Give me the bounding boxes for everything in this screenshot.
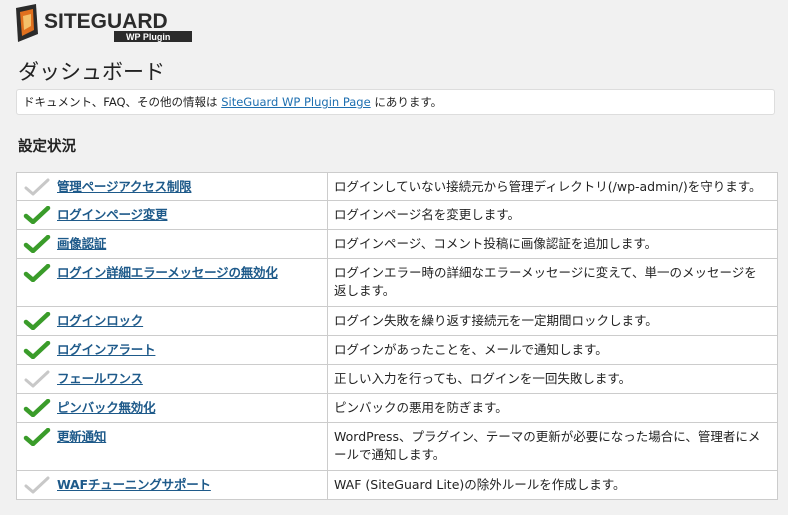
check-off-icon — [24, 370, 50, 388]
feature-description: WAF (SiteGuard Lite)の除外ルールを作成します。 — [327, 470, 778, 500]
check-off-icon — [24, 476, 50, 494]
check-on-icon — [23, 399, 51, 417]
feature-link[interactable]: ログインページ変更 — [57, 206, 168, 224]
status-row: ピンバック無効化 ピンバックの悪用を防ぎます。 — [16, 393, 778, 423]
feature-description: ピンバックの悪用を防ぎます。 — [327, 393, 778, 423]
siteguard-page-link[interactable]: SiteGuard WP Plugin Page — [221, 95, 370, 109]
feature-cell: ログインロック — [16, 306, 328, 336]
feature-link[interactable]: WAFチューニングサポート — [57, 476, 211, 494]
siteguard-logo: SITEGUARD WP Plugin — [14, 4, 214, 44]
feature-description: ログインエラー時の詳細なエラーメッセージに変えて、単一のメッセージを返します。 — [327, 258, 778, 307]
feature-cell: ログイン詳細エラーメッセージの無効化 — [16, 258, 328, 307]
feature-link[interactable]: 管理ページアクセス制限 — [57, 178, 192, 196]
status-row: 管理ページアクセス制限 ログインしていない接続元から管理ディレクトリ(/wp-ad… — [16, 172, 778, 201]
feature-description: WordPress、プラグイン、テーマの更新が必要になった場合に、管理者にメール… — [327, 422, 778, 471]
settings-status-table: 管理ページアクセス制限 ログインしていない接続元から管理ディレクトリ(/wp-ad… — [16, 172, 778, 500]
check-on-icon — [23, 428, 51, 446]
feature-cell: 管理ページアクセス制限 — [16, 172, 328, 201]
feature-link[interactable]: ログインアラート — [57, 341, 156, 359]
feature-link[interactable]: ピンバック無効化 — [57, 399, 156, 417]
section-title: 設定状況 — [18, 139, 76, 155]
feature-link[interactable]: フェールワンス — [57, 370, 143, 388]
status-row: ログインロック ログイン失敗を繰り返す接続元を一定期間ロックします。 — [16, 306, 778, 336]
logo-sub: WP Plugin — [126, 32, 170, 42]
status-row: WAFチューニングサポート WAF (SiteGuard Lite)の除外ルールを… — [16, 470, 778, 500]
status-row: ログインアラート ログインがあったことを、メールで通知します。 — [16, 335, 778, 365]
feature-cell: ログインアラート — [16, 335, 328, 365]
notice-prefix: ドキュメント、FAQ、その他の情報は — [23, 95, 222, 109]
status-row: フェールワンス 正しい入力を行っても、ログインを一回失敗します。 — [16, 364, 778, 394]
feature-cell: WAFチューニングサポート — [16, 470, 328, 500]
check-on-icon — [23, 264, 51, 282]
status-row: ログイン詳細エラーメッセージの無効化 ログインエラー時の詳細なエラーメッセージに変… — [16, 258, 778, 307]
check-on-icon — [23, 206, 51, 224]
check-off-icon — [24, 178, 50, 196]
status-row: 更新通知 WordPress、プラグイン、テーマの更新が必要になった場合に、管理者… — [16, 422, 778, 471]
check-on-icon — [23, 312, 51, 330]
logo-brand: SITEGUARD — [44, 10, 168, 33]
check-on-icon — [23, 341, 51, 359]
page-title: ダッシュボード — [18, 60, 165, 84]
feature-description: ログインページ名を変更します。 — [327, 200, 778, 230]
feature-link[interactable]: ログイン詳細エラーメッセージの無効化 — [57, 264, 278, 282]
feature-cell: 更新通知 — [16, 422, 328, 471]
status-row: ログインページ変更 ログインページ名を変更します。 — [16, 200, 778, 230]
feature-description: ログインページ、コメント投稿に画像認証を追加します。 — [327, 229, 778, 259]
status-row: 画像認証 ログインページ、コメント投稿に画像認証を追加します。 — [16, 229, 778, 259]
feature-link[interactable]: 更新通知 — [57, 428, 106, 446]
feature-cell: フェールワンス — [16, 364, 328, 394]
feature-link[interactable]: ログインロック — [57, 312, 143, 330]
feature-cell: ピンバック無効化 — [16, 393, 328, 423]
feature-description: 正しい入力を行っても、ログインを一回失敗します。 — [327, 364, 778, 394]
feature-link[interactable]: 画像認証 — [57, 235, 106, 253]
notice-suffix: にあります。 — [370, 95, 443, 109]
feature-cell: 画像認証 — [16, 229, 328, 259]
feature-cell: ログインページ変更 — [16, 200, 328, 230]
feature-description: ログイン失敗を繰り返す接続元を一定期間ロックします。 — [327, 306, 778, 336]
check-on-icon — [23, 235, 51, 253]
info-notice: ドキュメント、FAQ、その他の情報は SiteGuard WP Plugin P… — [16, 89, 775, 115]
feature-description: ログインしていない接続元から管理ディレクトリ(/wp-admin/)を守ります。 — [327, 172, 778, 201]
feature-description: ログインがあったことを、メールで通知します。 — [327, 335, 778, 365]
